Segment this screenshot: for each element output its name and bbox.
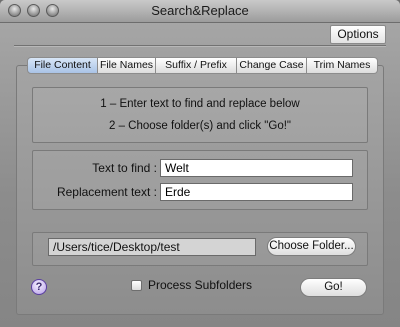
choose-folder-button[interactable]: Choose Folder... — [267, 237, 356, 256]
folder-path-field[interactable]: /Users/tice/Desktop/test — [48, 238, 256, 256]
options-button[interactable]: Options — [330, 25, 386, 44]
find-text-field[interactable]: Welt — [160, 159, 353, 177]
search-replace-window: Search&Replace Options 1 – Enter text to… — [0, 0, 400, 327]
go-button[interactable]: Go! — [300, 278, 367, 297]
tab-file-content[interactable]: File Content — [27, 57, 98, 74]
replacement-text-label: Replacement text : — [56, 185, 157, 199]
title-bar: Search&Replace — [0, 0, 400, 23]
process-subfolders-label: Process Subfolders — [148, 278, 253, 292]
tab-file-names[interactable]: File Names — [98, 57, 156, 74]
tab-bar: File Content File Names Suffix / Prefix … — [27, 57, 378, 74]
help-icon[interactable]: ? — [31, 279, 47, 295]
instructions-box: 1 – Enter text to find and replace below… — [32, 87, 368, 143]
tab-suffix-prefix[interactable]: Suffix / Prefix — [156, 57, 237, 74]
instruction-step-1: 1 – Enter text to find and replace below — [100, 98, 300, 110]
find-text-label: Text to find : — [92, 161, 157, 175]
find-replace-box: Text to find : Welt Replacement text : E… — [32, 150, 368, 210]
replacement-text-field[interactable]: Erde — [160, 183, 353, 201]
process-subfolders-checkbox[interactable] — [131, 280, 142, 291]
window-title: Search&Replace — [151, 3, 249, 18]
toolbar-divider — [14, 45, 386, 47]
tab-trim-names[interactable]: Trim Names — [307, 57, 378, 74]
instruction-step-2: 2 – Choose folder(s) and click "Go!" — [108, 120, 292, 132]
tab-change-case[interactable]: Change Case — [237, 57, 307, 74]
